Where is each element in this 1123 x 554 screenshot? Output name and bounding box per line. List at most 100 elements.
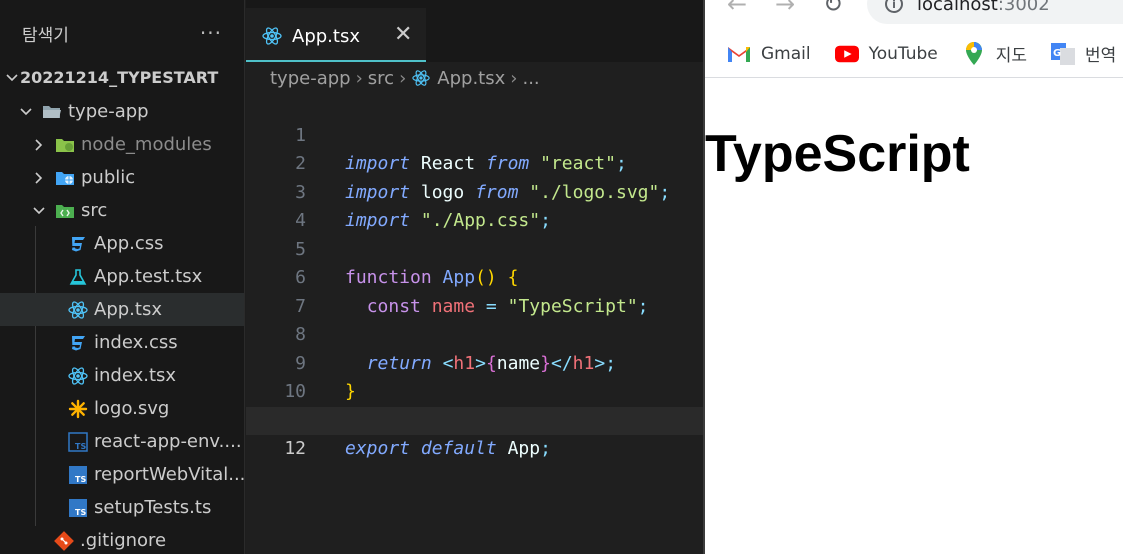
code-line: 3 import "./App.css"; — [246, 150, 703, 232]
code-line: 7 — [246, 264, 703, 317]
chevron-right-icon: › — [355, 67, 363, 89]
tab-app-tsx[interactable]: App.tsx ✕ — [246, 8, 426, 62]
tree-file-app-test-tsx[interactable]: App.test.tsx — [0, 260, 244, 293]
tree-item-label: reportWebVital... — [94, 464, 245, 485]
tree-root-folder[interactable]: 20221214_TYPESTART — [0, 61, 244, 94]
url-host: localhost — [917, 0, 998, 15]
url-port: :3002 — [997, 0, 1050, 15]
breadcrumb: type-app › src › App.tsx › ... — [246, 62, 703, 94]
tree-item-label: setupTests.ts — [94, 497, 212, 518]
more-actions-icon[interactable]: ··· — [200, 21, 222, 45]
chevron-down-icon — [4, 70, 20, 86]
reload-icon[interactable]: ↻ — [823, 0, 843, 18]
tree-file-index-tsx[interactable]: index.tsx — [0, 359, 244, 392]
code-line: 4 — [246, 179, 703, 231]
breadcrumb-item-symbols[interactable]: ... — [522, 68, 539, 89]
breadcrumb-item-src[interactable]: src — [368, 68, 394, 89]
bookmark-label: 번역 — [1085, 46, 1117, 66]
svg-text:TS: TS — [75, 508, 86, 517]
css-file-icon — [68, 333, 88, 353]
active-tab-indicator — [246, 60, 426, 62]
tree-item-label: node_modules — [81, 134, 212, 155]
site-info-icon[interactable]: i — [885, 0, 903, 13]
react-icon — [68, 300, 88, 320]
chevron-right-icon: › — [510, 67, 518, 89]
tree-file-setup-tests[interactable]: TS setupTests.ts — [0, 491, 244, 524]
chevron-down-icon — [18, 104, 34, 120]
css-file-icon — [68, 234, 88, 254]
src-folder-icon — [55, 201, 75, 221]
tree-item-label: public — [81, 167, 136, 188]
tree-root-label: 20221214_TYPESTART — [20, 68, 219, 87]
tree-item-label: react-app-env.... — [94, 431, 242, 452]
back-icon[interactable]: ← — [727, 0, 747, 18]
svg-text:G: G — [1053, 48, 1061, 59]
tree-file-gitignore[interactable]: .gitignore — [0, 524, 244, 554]
bookmark-translate[interactable]: G 번역 — [1051, 41, 1116, 66]
youtube-icon — [834, 42, 859, 66]
react-icon — [262, 26, 282, 46]
gmail-icon — [727, 42, 751, 66]
address-bar[interactable]: i localhost:3002 — [867, 0, 1123, 24]
svg-text:TS: TS — [75, 442, 86, 451]
chevron-down-icon — [31, 203, 47, 219]
bookmark-label: YouTube — [868, 43, 938, 64]
code-editor: App.tsx ✕ type-app › src › App.tsx › ...… — [246, 0, 703, 554]
tree-folder-src[interactable]: src — [0, 194, 244, 227]
code-line: 8 return <h1>{name}</h1>; — [246, 293, 703, 374]
bookmark-gmail[interactable]: Gmail — [727, 42, 811, 66]
bookmark-youtube[interactable]: YouTube — [834, 42, 938, 66]
bookmark-label: 지도 — [995, 46, 1028, 66]
code-line: 2 import logo from "./logo.svg"; — [246, 122, 703, 203]
bookmark-maps[interactable]: 지도 — [962, 41, 1027, 66]
chevron-right-icon: › — [399, 67, 407, 89]
tree-folder-node-modules[interactable]: node_modules — [0, 128, 244, 161]
tree-file-app-tsx[interactable]: App.tsx — [0, 293, 244, 326]
public-folder-icon — [55, 168, 75, 188]
code-text: export default App; — [345, 438, 551, 459]
code-line: 9 } — [246, 321, 703, 403]
code-line: 11 export default App; — [246, 378, 703, 460]
browser-window: ← → ↻ i localhost:3002 Gmail YouTube 지도 … — [703, 0, 1123, 554]
tree-item-label: App.tsx — [94, 299, 162, 320]
tree-item-label: src — [81, 200, 108, 221]
tab-label: App.tsx — [292, 25, 360, 47]
typescript-file-icon: TS — [68, 498, 88, 518]
tree-file-logo-svg[interactable]: logo.svg — [0, 392, 244, 425]
typescript-file-icon: TS — [68, 431, 88, 452]
bookmark-label: Gmail — [761, 43, 811, 64]
react-icon — [411, 69, 431, 87]
breadcrumb-item-app-tsx[interactable]: App.tsx — [437, 68, 505, 89]
tree-item-label: index.tsx — [94, 365, 177, 386]
translate-icon: G — [1051, 42, 1076, 66]
tree-file-report-web-vitals[interactable]: TS reportWebVital... — [0, 458, 245, 491]
tree-file-index-css[interactable]: index.css — [0, 326, 244, 359]
tree-item-label: App.test.tsx — [94, 266, 203, 287]
code-line: 6 const name = "TypeScript"; — [246, 236, 703, 317]
code-line: 1 import React from "react"; — [246, 93, 703, 175]
tree-item-label: index.css — [94, 332, 178, 353]
forward-icon[interactable]: → — [775, 0, 795, 18]
git-icon — [54, 530, 74, 551]
nodejs-folder-icon — [55, 135, 75, 155]
tree-item-label: logo.svg — [94, 398, 170, 419]
explorer-title: 탐색기 — [22, 25, 69, 46]
close-icon[interactable]: ✕ — [394, 22, 412, 47]
svg-asterisk-icon — [68, 399, 88, 419]
test-flask-icon — [68, 267, 88, 287]
code-area[interactable]: 1 import React from "react"; 2 import lo… — [246, 93, 703, 460]
browser-toolbar: ← → ↻ i localhost:3002 — [705, 0, 1123, 30]
tree-item-label: App.css — [94, 233, 164, 254]
breadcrumb-item-type-app[interactable]: type-app — [270, 68, 351, 89]
maps-pin-icon — [962, 41, 986, 66]
tree-folder-type-app[interactable]: type-app — [0, 95, 244, 128]
tree-folder-public[interactable]: public — [0, 161, 244, 194]
chevron-right-icon — [31, 170, 47, 186]
code-line: 10 — [246, 350, 703, 402]
code-line: 5 function App() { — [246, 207, 703, 289]
explorer-header: 탐색기 ··· — [0, 0, 244, 66]
tree-file-react-app-env[interactable]: TS react-app-env.... — [0, 425, 244, 458]
tree-file-app-css[interactable]: App.css — [0, 227, 244, 260]
tree-folder-label: type-app — [68, 101, 149, 122]
explorer-sidebar: 탐색기 ··· 20221214_TYPESTART type-app node… — [0, 0, 245, 554]
